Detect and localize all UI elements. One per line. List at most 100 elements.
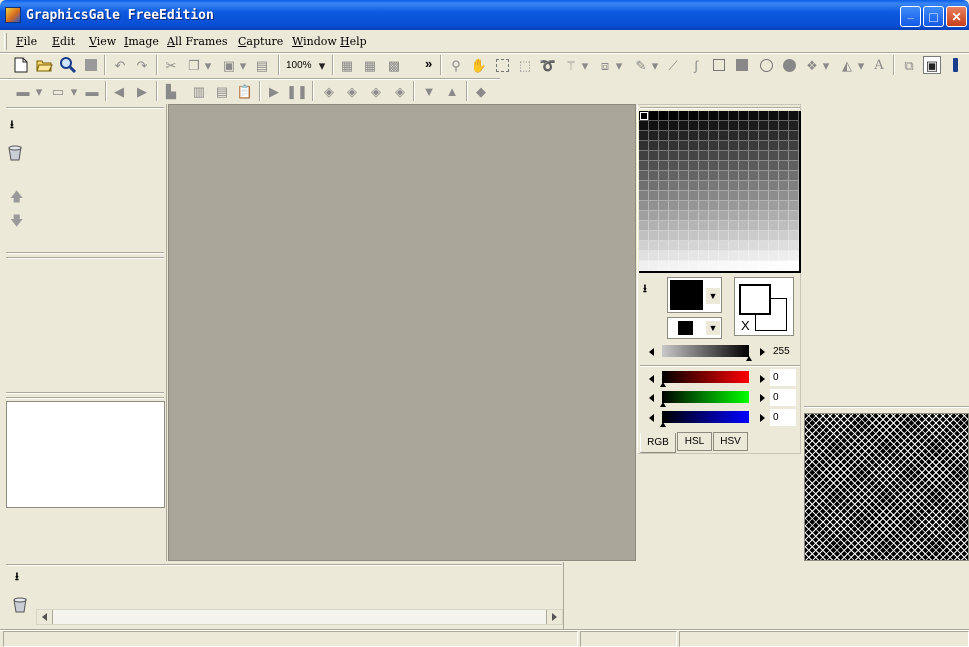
zoom-value[interactable]: 100% (286, 60, 312, 71)
new-layer-icon[interactable]: ◈ (320, 82, 338, 100)
palette-cell[interactable] (639, 131, 649, 141)
palette-cell[interactable] (789, 141, 799, 151)
palette-cell[interactable] (639, 161, 649, 171)
drawing-canvas[interactable] (168, 104, 636, 561)
palette-cell[interactable] (739, 211, 749, 221)
palette-cell[interactable] (679, 141, 689, 151)
copy-frame-icon[interactable]: ▭ (47, 82, 69, 100)
palette-cell[interactable] (709, 191, 719, 201)
blue-right-icon[interactable] (760, 414, 765, 422)
palette-cell[interactable] (729, 141, 739, 151)
palette-cell[interactable] (719, 221, 729, 231)
palette-cell[interactable] (769, 251, 779, 261)
zoom-dropdown-icon[interactable]: ▾ (316, 56, 328, 74)
green-value-field[interactable]: 0 (770, 389, 796, 406)
palette-cell[interactable] (739, 241, 749, 251)
red-value-field[interactable]: 0 (770, 369, 796, 386)
palette-cell[interactable] (739, 201, 749, 211)
palette-cell[interactable] (679, 131, 689, 141)
new-file-icon[interactable] (12, 56, 30, 74)
palette-cell[interactable] (769, 221, 779, 231)
palette-cell[interactable] (679, 121, 689, 131)
red-slider[interactable] (662, 371, 749, 383)
brightness-right-icon[interactable] (760, 348, 765, 356)
palette-cell[interactable] (669, 211, 679, 221)
layer-trash-icon[interactable] (12, 597, 28, 617)
palette-cell[interactable] (729, 121, 739, 131)
palette-cell[interactable] (659, 211, 669, 221)
palette-cell[interactable] (739, 111, 749, 121)
pencil-icon[interactable]: ✎ (632, 56, 650, 74)
pixel-grid-icon[interactable]: ▩ (385, 56, 403, 74)
palette-cell[interactable] (729, 161, 739, 171)
palette-cell[interactable] (709, 201, 719, 211)
palette-cell[interactable] (689, 261, 699, 271)
palette-cell[interactable] (729, 131, 739, 141)
brightness-left-icon[interactable] (649, 348, 654, 356)
palette-cell[interactable] (669, 141, 679, 151)
palette-cell[interactable] (729, 251, 739, 261)
palette-cell[interactable] (769, 141, 779, 151)
palette-cell[interactable] (779, 181, 789, 191)
palette-cell[interactable] (709, 251, 719, 261)
paste-icon[interactable]: ▣ (220, 56, 238, 74)
window-layout-icon[interactable]: ▣ (923, 56, 941, 74)
palette-cell[interactable] (639, 191, 649, 201)
fg-bg-preview[interactable]: X (734, 277, 794, 336)
palette-cell[interactable] (669, 241, 679, 251)
frame-icon[interactable]: ⧉ (900, 56, 918, 74)
next-frame-icon[interactable]: ▶ (133, 82, 151, 100)
palette-cell[interactable] (699, 141, 709, 151)
palette-cell[interactable] (779, 121, 789, 131)
palette-cell[interactable] (659, 251, 669, 261)
palette-cell[interactable] (769, 231, 779, 241)
palette-cell[interactable] (789, 261, 799, 271)
curve-icon[interactable]: ∫ (687, 56, 705, 74)
red-thumb[interactable] (660, 382, 666, 387)
palette-cell[interactable] (709, 111, 719, 121)
palette-cell[interactable] (779, 201, 789, 211)
palette-cell[interactable] (689, 141, 699, 151)
palette-cell[interactable] (659, 111, 669, 121)
palette-cell[interactable] (719, 231, 729, 241)
menu-all-frames[interactable]: All Frames (167, 35, 228, 48)
palette-cell[interactable] (789, 201, 799, 211)
palette-cell[interactable] (759, 231, 769, 241)
palette-cell[interactable] (739, 261, 749, 271)
background-dropdown-icon[interactable]: ▼ (706, 321, 720, 335)
menu-edit[interactable]: Edit (52, 35, 75, 48)
blue-value-field[interactable]: 0 (770, 409, 796, 426)
palette-cell[interactable] (689, 151, 699, 161)
palette-cell[interactable] (749, 111, 759, 121)
menu-image[interactable]: Image (124, 35, 159, 48)
palette-cell[interactable] (669, 181, 679, 191)
move-dropdown-icon[interactable]: ▾ (614, 56, 624, 74)
palette-cell[interactable] (749, 251, 759, 261)
palette-cell[interactable] (669, 151, 679, 161)
green-slider[interactable] (662, 391, 749, 403)
palette-cell[interactable] (739, 231, 749, 241)
palette-cell[interactable] (749, 221, 759, 231)
palette-cell[interactable] (639, 201, 649, 211)
palette-cell[interactable] (729, 111, 739, 121)
layer-down-icon[interactable]: ▼ (420, 82, 438, 100)
palette-cell[interactable] (679, 161, 689, 171)
menu-help[interactable]: Help (340, 35, 367, 48)
layer-pin-icon[interactable]: ⭳ (15, 568, 19, 587)
palette-cell[interactable] (709, 151, 719, 161)
palette-cell[interactable] (709, 261, 719, 271)
palette-cell[interactable] (759, 181, 769, 191)
palette-cell[interactable] (749, 181, 759, 191)
palette-cell[interactable] (689, 231, 699, 241)
add-frame-dropdown-icon[interactable]: ▾ (34, 82, 44, 100)
open-folder-icon[interactable] (35, 56, 53, 74)
palette-cell[interactable] (659, 151, 669, 161)
palette-cell[interactable] (729, 261, 739, 271)
palette-cell[interactable] (659, 171, 669, 181)
palette-cell[interactable] (729, 151, 739, 161)
palette-cell[interactable] (679, 171, 689, 181)
tab-hsv[interactable]: HSV (713, 432, 748, 451)
palette-cell[interactable] (769, 161, 779, 171)
palette-cell[interactable] (769, 211, 779, 221)
palette-cell[interactable] (759, 111, 769, 121)
